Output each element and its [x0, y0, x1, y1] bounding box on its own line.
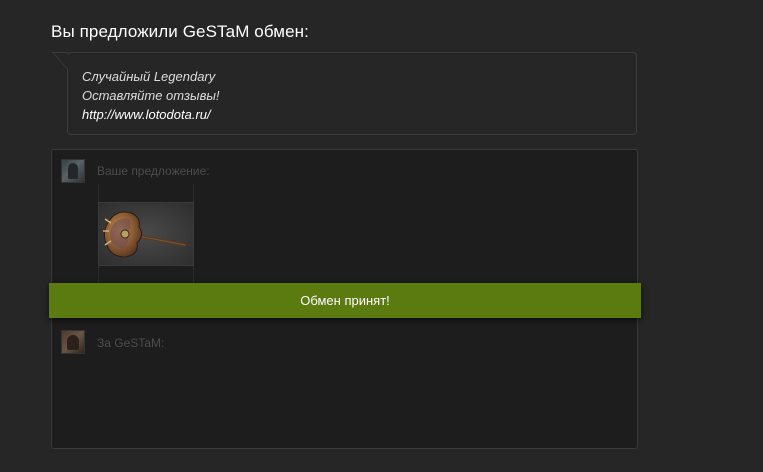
message-line: Оставляйте отзывы! — [82, 88, 220, 103]
message-line: Случайный Legendary — [82, 69, 216, 84]
page-title: Вы предложили GeSTaM обмен: — [51, 22, 309, 41]
partner-avatar — [61, 330, 85, 354]
partner-offer-label: За GeSTaM: — [97, 336, 165, 350]
trade-message: Случайный Legendary Оставляйте отзывы! h… — [82, 67, 220, 124]
message-link[interactable]: http://www.lotodota.ru/ — [82, 105, 220, 124]
trade-accepted-banner: Обмен принят! — [49, 283, 641, 318]
trade-message-bubble: Случайный Legendary Оставляйте отзывы! h… — [52, 52, 637, 135]
bubble-tail-fill — [54, 53, 68, 69]
your-avatar — [61, 159, 85, 183]
battle-axe-icon — [103, 211, 187, 258]
your-offer-label: Ваше предложение: — [97, 164, 210, 178]
trade-item[interactable] — [98, 202, 194, 266]
